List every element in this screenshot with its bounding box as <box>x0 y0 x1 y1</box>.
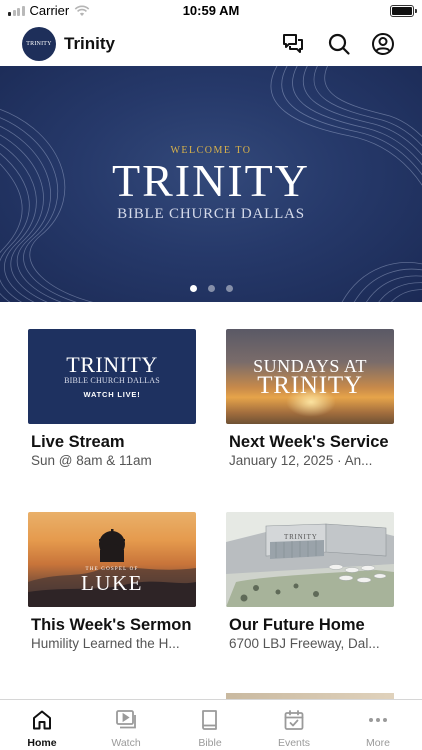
video-icon <box>116 710 136 729</box>
card-subtitle: 6700 LBJ Freeway, Dal... <box>229 636 380 651</box>
card-subtitle: Sun @ 8am & 11am <box>31 453 152 468</box>
card-this-weeks-sermon[interactable]: THE GOSPEL OF LUKE This Week's Sermon Hu… <box>28 512 196 651</box>
tab-label: Watch <box>111 737 141 749</box>
card-title: This Week's Sermon <box>31 616 192 634</box>
watch-live-label: WATCH LIVE! <box>83 390 141 399</box>
card-title: Live Stream <box>31 433 125 451</box>
tab-watch[interactable]: Watch <box>84 700 168 750</box>
carousel-dot[interactable] <box>225 285 233 292</box>
card-our-future-home[interactable]: TRINITY Our Future Home 6700 LBJ Freeway… <box>226 512 394 651</box>
thumb-title: TRINITY <box>66 352 158 377</box>
thumb-line2: TRINITY <box>257 372 363 399</box>
profile-icon[interactable] <box>371 32 395 56</box>
calendar-icon <box>284 710 304 730</box>
next-week-thumbnail[interactable]: SUNDAYS AT TRINITY <box>226 329 394 424</box>
tab-more[interactable]: More <box>336 700 420 750</box>
building-illustration <box>226 512 394 607</box>
carousel-dot[interactable] <box>189 285 197 292</box>
app-header: TRINITY Trinity <box>0 22 422 66</box>
search-icon[interactable] <box>327 32 351 56</box>
building-sign: TRINITY <box>284 533 318 541</box>
tab-events[interactable]: Events <box>252 700 336 750</box>
clock: 10:59 AM <box>182 3 240 18</box>
thumb-big-text: LUKE <box>81 571 143 595</box>
chat-icon[interactable] <box>281 32 305 56</box>
status-bar: Carrier 10:59 AM <box>0 0 422 22</box>
card-title: Our Future Home <box>229 616 365 634</box>
card-next-week-service[interactable]: SUNDAYS AT TRINITY Next Week's Service J… <box>226 329 394 468</box>
card-title: Next Week's Service <box>229 433 389 451</box>
church-logo[interactable]: TRINITY <box>22 27 56 61</box>
future-home-thumbnail[interactable]: TRINITY <box>226 512 394 607</box>
tab-label: More <box>366 737 390 749</box>
tab-bible[interactable]: Bible <box>168 700 252 750</box>
logo-text: TRINITY <box>26 41 52 47</box>
hero-banner[interactable]: WELCOME TO TRINITY BIBLE CHURCH DALLAS <box>0 66 422 302</box>
card-subtitle: Humility Learned the H... <box>31 636 180 651</box>
tab-bar: Home Watch Bible Events More <box>0 699 422 750</box>
hero-subtitle: BIBLE CHURCH DALLAS <box>117 206 305 222</box>
live-stream-thumbnail[interactable]: TRINITY BIBLE CHURCH DALLAS WATCH LIVE! <box>28 329 196 424</box>
carousel-dots[interactable] <box>0 285 422 292</box>
hero-title: TRINITY <box>112 155 310 206</box>
tab-label: Events <box>277 737 311 749</box>
card-subtitle: January 12, 2025 · An... <box>229 453 373 468</box>
thumb-subtitle: BIBLE CHURCH DALLAS <box>64 376 160 385</box>
carousel-dot[interactable] <box>207 285 215 292</box>
card-live-stream[interactable]: TRINITY BIBLE CHURCH DALLAS WATCH LIVE! … <box>28 329 196 468</box>
home-icon <box>33 710 51 730</box>
more-icon <box>369 718 387 722</box>
battery-icon <box>390 5 417 17</box>
book-icon <box>202 710 217 730</box>
sermon-thumbnail[interactable]: THE GOSPEL OF LUKE <box>28 512 196 607</box>
tab-label: Home <box>27 737 57 749</box>
app-title: Trinity <box>64 34 116 53</box>
tab-home[interactable]: Home <box>0 700 84 750</box>
tab-label: Bible <box>198 737 222 749</box>
